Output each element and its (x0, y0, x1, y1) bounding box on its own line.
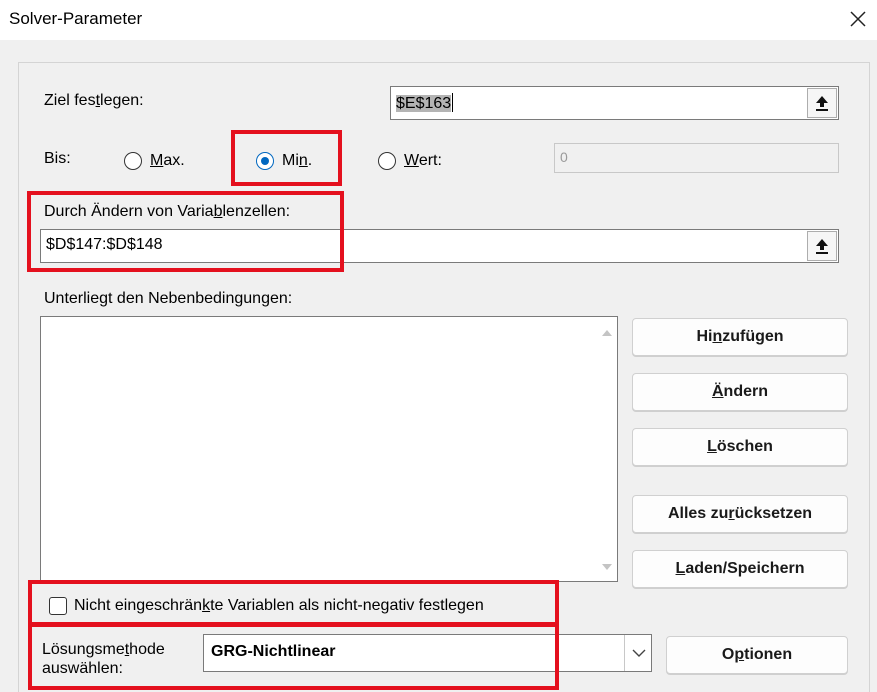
radio-max-label: Max. (150, 152, 185, 169)
radio-min[interactable] (256, 152, 274, 170)
options-button[interactable]: Op tionen (666, 636, 848, 674)
change-button[interactable]: Ändern (632, 373, 848, 411)
to-label: Bis: (44, 150, 71, 167)
objective-label: Ziel festlegen: (44, 92, 144, 109)
objective-value: $E$163 (396, 95, 452, 112)
variables-value: $D$147:$D$148 (46, 236, 163, 253)
method-value: GRG-Nichtlinear (211, 643, 336, 660)
radio-value-of-label: Wert: (404, 152, 442, 169)
value-of-input[interactable]: 0 (554, 143, 839, 173)
method-label: Lösungsmethode auswählen: (42, 641, 165, 677)
method-select[interactable]: GRG-Nichtlinear (203, 634, 652, 672)
objective-input[interactable]: $E$163 (390, 86, 839, 120)
reset-all-button[interactable]: Alles zu r ücksetzen (632, 495, 848, 533)
variables-input[interactable]: $D$147:$D$148 (40, 229, 839, 263)
collapse-arrow-icon (816, 96, 828, 111)
collapse-arrow-icon (816, 239, 828, 254)
text-caret (452, 93, 454, 112)
nonneg-checkbox[interactable] (49, 597, 67, 615)
constraints-label: Unterliegt den Nebenbedingungen: (44, 290, 293, 307)
nonneg-label: Nicht eingeschränkte Variablen als nicht… (74, 597, 484, 614)
scroll-down-icon[interactable] (601, 560, 613, 572)
radio-value-of[interactable] (378, 152, 396, 170)
add-button[interactable]: Hi n zufügen (632, 318, 848, 356)
constraints-list[interactable] (40, 316, 618, 582)
chevron-down-icon[interactable] (624, 635, 651, 671)
variables-collapse-button[interactable] (807, 231, 837, 261)
scroll-up-icon[interactable] (601, 326, 613, 338)
variables-label: Durch Ändern von Variablenzellen: (44, 203, 291, 220)
load-save-button[interactable]: Laden/Speichern (632, 550, 848, 588)
radio-max[interactable] (124, 152, 142, 170)
delete-button[interactable]: Löschen (632, 428, 848, 466)
objective-collapse-button[interactable] (807, 88, 837, 118)
close-icon[interactable] (846, 7, 870, 31)
title-bar: Solver-Parameter (0, 0, 877, 40)
window-title: Solver-Parameter (9, 9, 143, 28)
radio-min-label: Min. (282, 152, 313, 169)
